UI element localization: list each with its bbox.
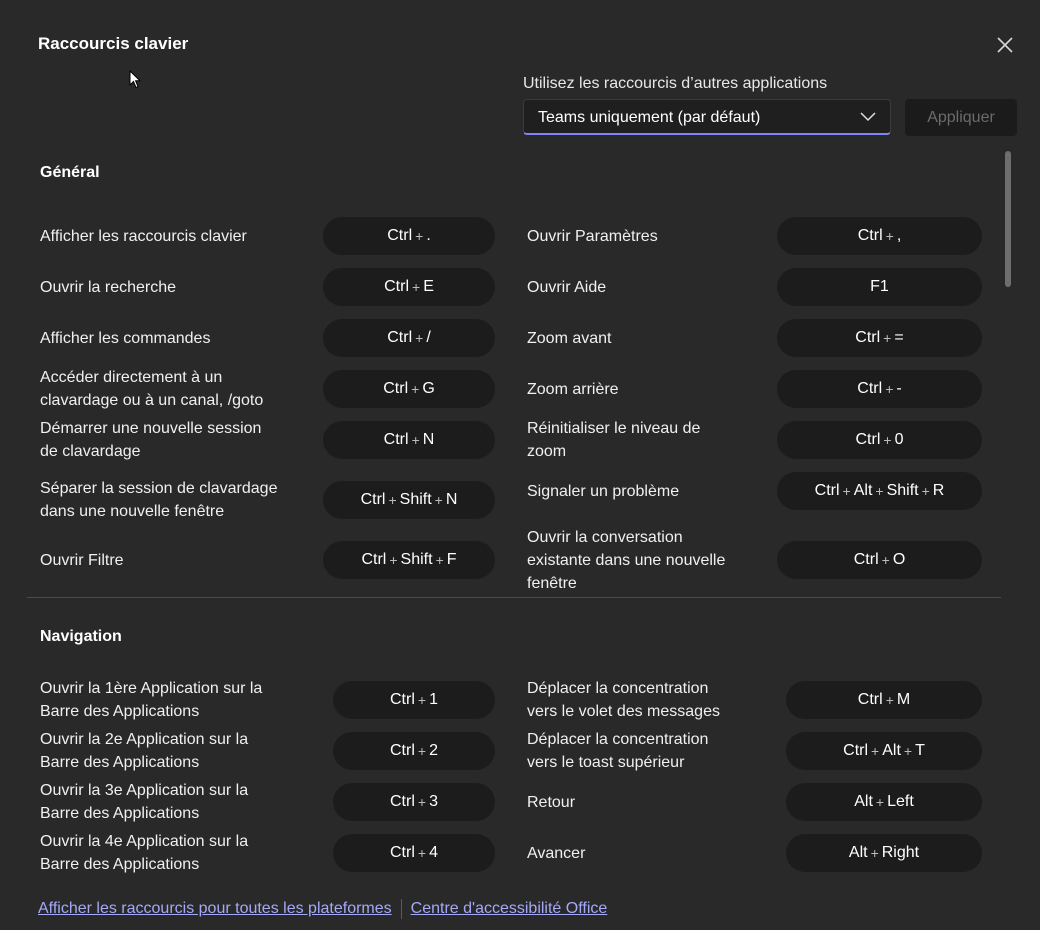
key-combination: Alt + Right (786, 834, 982, 872)
chevron-down-icon (860, 112, 876, 122)
key-combination: Ctrl + M (786, 681, 982, 719)
shortcut-row: Réinitialiser le niveau de zoom Ctrl +0 (0, 417, 1000, 463)
key-cap: M (896, 691, 911, 708)
shortcut-row: Retour Alt + Left (0, 779, 1000, 825)
key-combination: Alt + Left (786, 783, 982, 821)
key-cap: 0 (894, 431, 904, 448)
other-apps-label: Utilisez les raccourcis d’autres applica… (523, 75, 828, 92)
key-cap: Right (881, 844, 920, 861)
key-cap: Ctrl (857, 691, 883, 708)
shortcut-label: Déplacer la concentration vers le toast … (527, 731, 709, 771)
all-platforms-link[interactable]: Afficher les raccourcis pour toutes les … (38, 900, 392, 918)
key-plus-separator: + (842, 483, 851, 499)
footer-separator (400, 899, 402, 919)
key-plus-separator: + (881, 552, 890, 568)
key-cap: O (892, 551, 906, 568)
key-plus-separator: + (883, 330, 892, 346)
key-combination: Ctrl + = (777, 319, 982, 357)
shortcut-row: Zoom avant Ctrl + = (0, 315, 1000, 361)
key-cap: Ctrl (857, 380, 883, 397)
key-cap: Alt (854, 793, 873, 810)
shortcut-row: Avancer Alt + Right (0, 830, 1000, 876)
section-title-general: Général (40, 164, 100, 181)
shortcut-row: Déplacer la concentration vers le toast … (0, 728, 1000, 774)
key-cap: Shift (886, 482, 919, 499)
apply-button[interactable]: Appliquer (905, 99, 1017, 136)
key-plus-separator: + (870, 845, 879, 861)
key-cap: Ctrl (857, 227, 883, 244)
key-combination: Ctrl + Alt + T (786, 732, 982, 770)
key-cap: Ctrl (814, 482, 840, 499)
key-plus-separator: + (875, 483, 884, 499)
shortcut-row: Signaler un problème Ctrl + Alt + Shift + R (0, 468, 1000, 514)
close-icon[interactable] (993, 33, 1017, 57)
key-combination: Ctrl +0 (777, 421, 982, 459)
dialog-title: Raccourcis clavier (38, 34, 189, 53)
shortcut-label: Déplacer la concentration vers le volet … (527, 680, 720, 720)
key-cap: Ctrl (855, 329, 881, 346)
key-cap: Alt (848, 844, 868, 861)
key-plus-separator: + (875, 794, 885, 810)
key-cap: Left (887, 793, 914, 810)
accessibility-center-link[interactable]: Centre d'accessibilité Office (411, 900, 608, 918)
key-cap: Alt (853, 482, 873, 499)
key-cap: = (894, 329, 904, 346)
shortcut-row: Déplacer la concentration vers le volet … (0, 677, 1000, 723)
key-plus-separator: + (885, 381, 894, 397)
key-plus-separator: + (921, 483, 930, 499)
section-divider (27, 597, 1001, 598)
key-cap: F1 (870, 278, 889, 295)
key-plus-separator: + (885, 228, 894, 244)
scrollbar-thumb[interactable] (1005, 151, 1011, 287)
key-combination: Ctrl +, (777, 217, 982, 255)
shortcut-label: Avancer (527, 844, 586, 862)
key-combination: Ctrl + Alt + Shift + R (777, 472, 982, 510)
key-cap: - (896, 380, 902, 397)
select-value: Teams uniquement (par défaut) (538, 109, 761, 126)
key-plus-separator: + (885, 692, 894, 708)
shortcut-scheme-select[interactable]: Teams uniquement (par défaut) (523, 99, 891, 135)
key-combination: F1 (777, 268, 982, 306)
key-cap: Ctrl (843, 742, 869, 759)
key-cap: R (932, 482, 945, 499)
key-plus-separator: + (883, 432, 892, 448)
key-cap: Ctrl (853, 551, 879, 568)
shortcut-label: Signaler un problème (527, 482, 680, 500)
shortcut-row: Ouvrir Paramètres Ctrl +, (0, 213, 1000, 259)
mouse-pointer-icon (129, 70, 141, 89)
shortcut-label: Zoom arrière (527, 380, 619, 398)
keyboard-shortcuts-dialog: Raccourcis clavier Utilisez les raccourc… (0, 0, 1040, 930)
key-combination: Ctrl + O (777, 541, 982, 579)
key-cap: Alt (882, 742, 901, 759)
shortcut-label: Retour (527, 793, 576, 811)
key-cap: , (896, 227, 902, 244)
shortcut-row: Zoom arrière Ctrl + - (0, 366, 1000, 412)
shortcut-label: Zoom avant (527, 329, 612, 347)
key-combination: Ctrl + - (777, 370, 982, 408)
shortcut-row: Ouvrir la conversation existante dans un… (0, 528, 1000, 592)
shortcut-label: Ouvrir Aide (527, 278, 607, 296)
section-title-navigation: Navigation (40, 628, 122, 645)
shortcut-row: Ouvrir Aide F1 (0, 264, 1000, 310)
key-plus-separator: + (871, 743, 880, 759)
shortcut-label: Réinitialiser le niveau de zoom (527, 420, 701, 460)
key-cap: T (915, 742, 925, 759)
key-plus-separator: + (903, 743, 913, 759)
footer-links: Afficher les raccourcis pour toutes les … (38, 899, 607, 919)
shortcut-label: Ouvrir Paramètres (527, 227, 658, 245)
key-cap: Ctrl (855, 431, 881, 448)
shortcut-label: Ouvrir la conversation existante dans un… (527, 528, 726, 592)
